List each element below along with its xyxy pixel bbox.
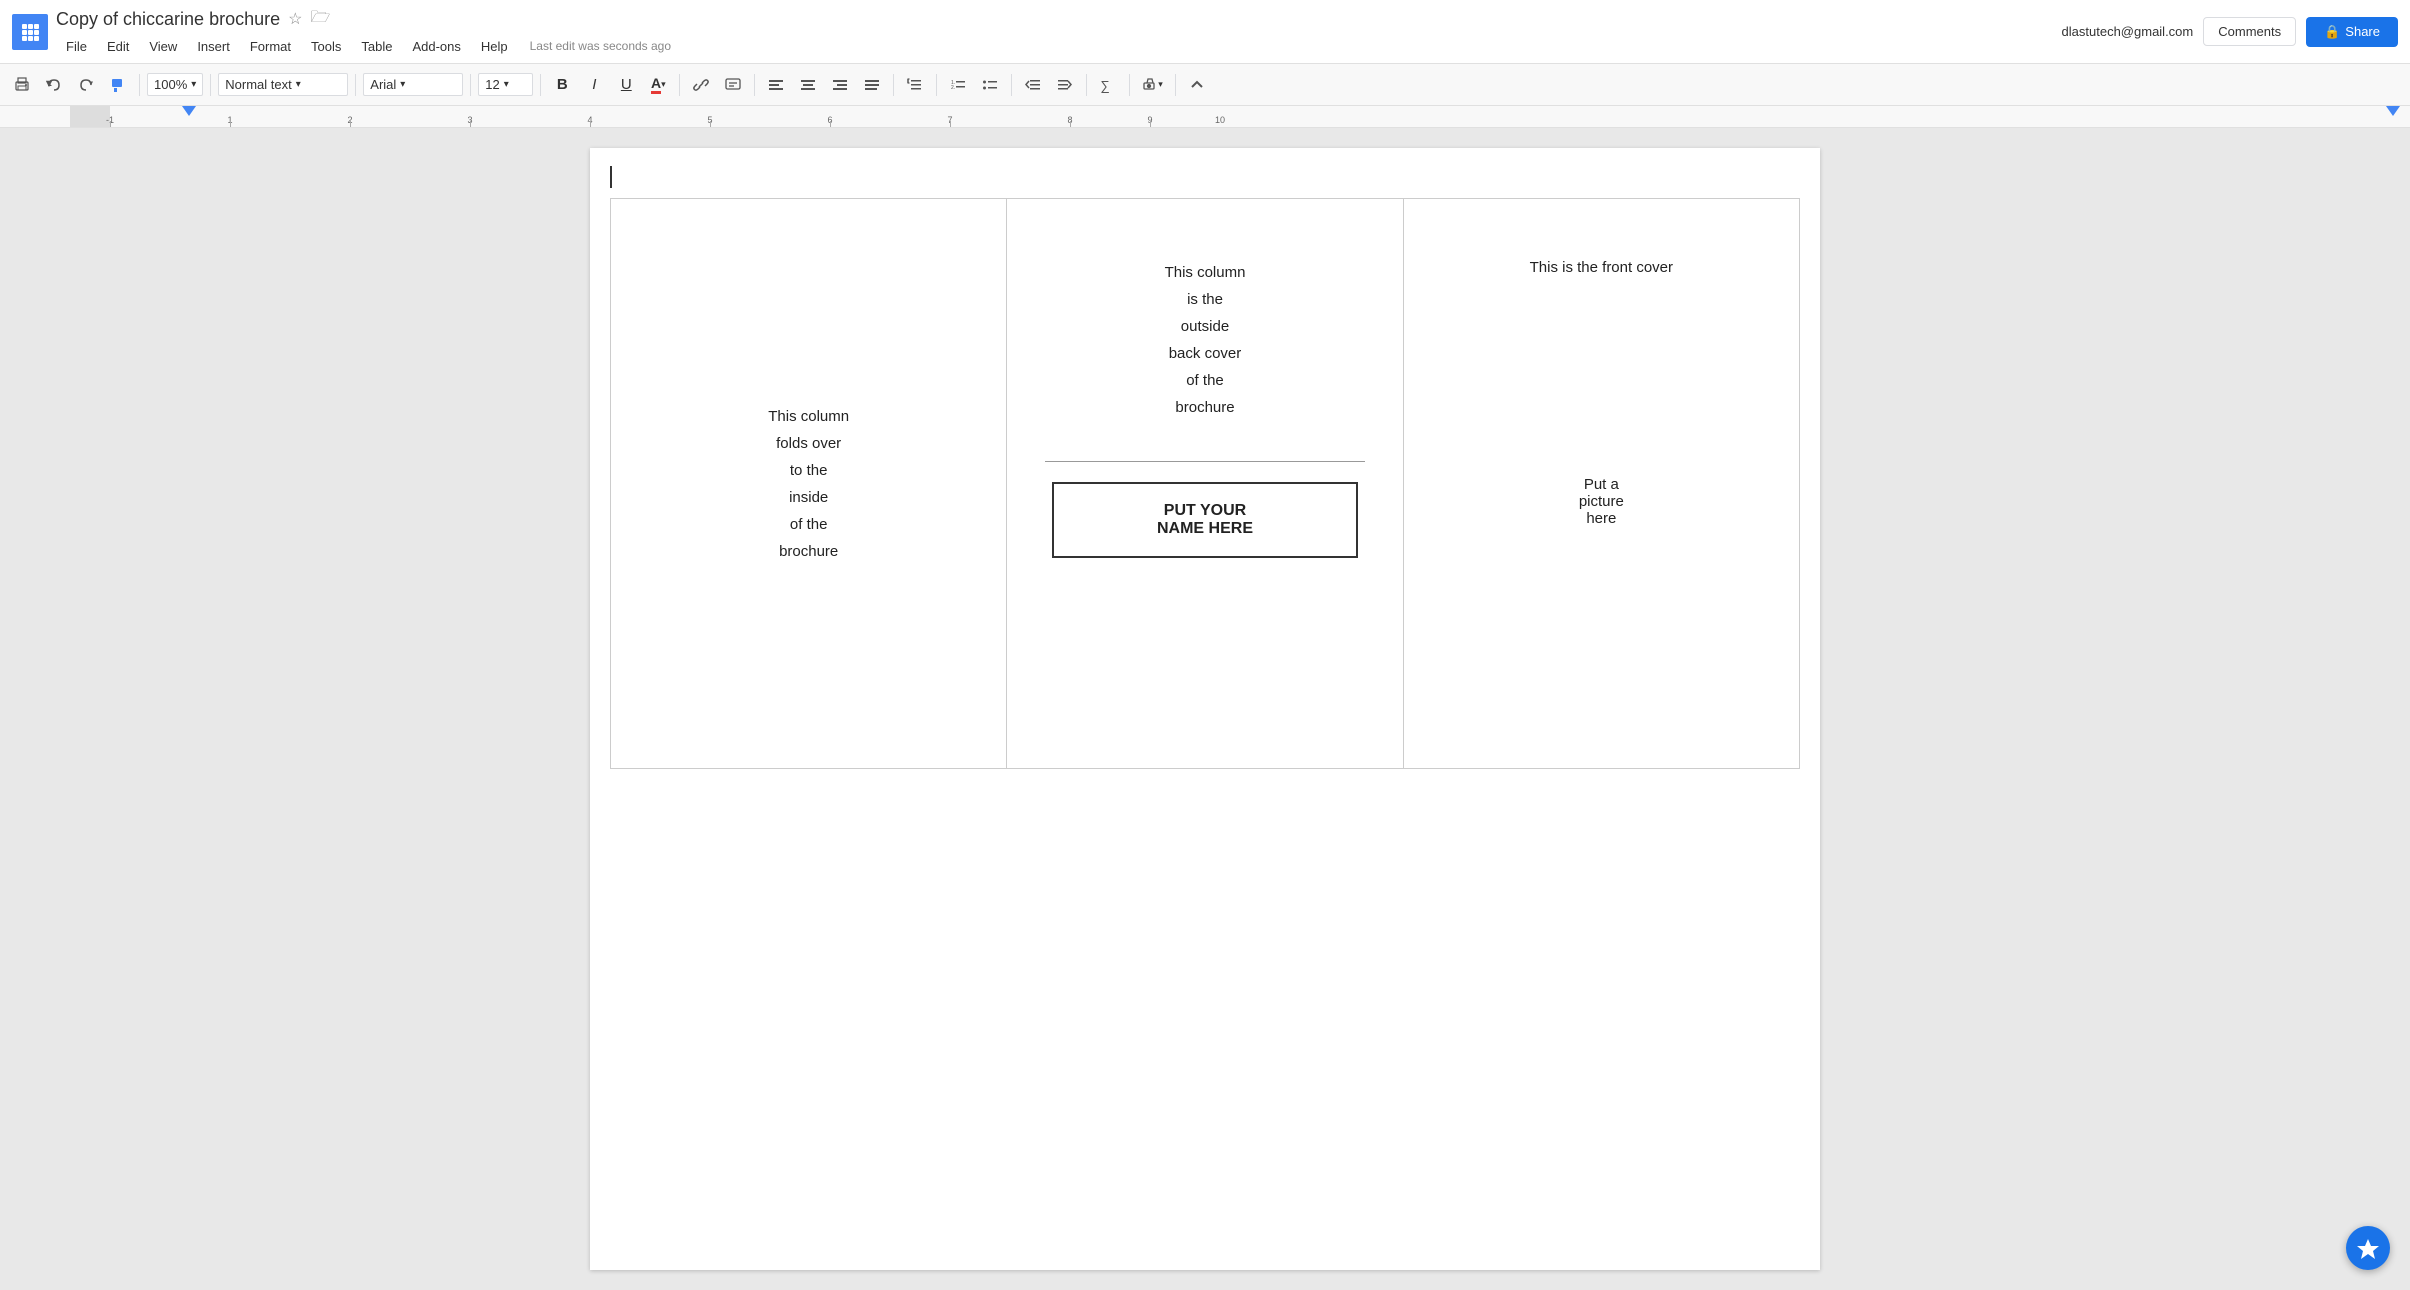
user-email[interactable]: dlastutech@gmail.com	[2062, 24, 2194, 39]
col2-divider	[1045, 461, 1365, 462]
undo-button[interactable]	[40, 73, 68, 97]
lock-icon: 🔒	[2324, 24, 2340, 40]
name-box-line1: PUT YOUR	[1164, 502, 1246, 519]
menu-row: File Edit View Insert Format Tools Table…	[56, 35, 2054, 58]
link-button[interactable]	[687, 73, 715, 97]
google-apps-icon[interactable]	[12, 14, 48, 50]
menu-table[interactable]: Table	[351, 35, 402, 58]
menu-file[interactable]: File	[56, 35, 97, 58]
toolbar-separator-10	[1011, 74, 1012, 96]
align-left-button[interactable]	[762, 73, 790, 97]
toolbar-separator-12	[1129, 74, 1130, 96]
comments-button[interactable]: Comments	[2203, 17, 2296, 46]
align-right-button[interactable]	[826, 73, 854, 97]
brochure-col1[interactable]: This columnfolds overto theinsideof theb…	[611, 199, 1007, 769]
main-area: This columnfolds overto theinsideof theb…	[0, 128, 2410, 1290]
menu-addons[interactable]: Add-ons	[402, 35, 470, 58]
scroll-area[interactable]: This columnfolds overto theinsideof theb…	[0, 128, 2410, 1290]
ai-button[interactable]	[2346, 1226, 2390, 1270]
toolbar-separator-5	[540, 74, 541, 96]
doc-folder-icon[interactable]: 🗁	[310, 6, 330, 33]
print-button[interactable]	[8, 73, 36, 97]
comment-button[interactable]	[719, 73, 747, 97]
font-size-select[interactable]: 12 ▾	[478, 73, 533, 96]
toolbar-separator-8	[893, 74, 894, 96]
name-box[interactable]: PUT YOUR NAME HERE	[1052, 482, 1358, 558]
doc-title[interactable]: Copy of chiccarine brochure	[56, 9, 280, 30]
col3-picture-text: Put apicturehere	[1579, 476, 1624, 527]
align-center-button[interactable]	[794, 73, 822, 97]
bullet-list-button[interactable]	[976, 73, 1004, 97]
toolbar-separator-13	[1175, 74, 1176, 96]
toolbar-separator-11	[1086, 74, 1087, 96]
redo-button[interactable]	[72, 73, 100, 97]
pen-button[interactable]: ▾	[1137, 73, 1168, 97]
paint-format-button[interactable]	[104, 73, 132, 97]
menu-insert[interactable]: Insert	[187, 35, 240, 58]
toolbar-separator-2	[210, 74, 211, 96]
top-right-actions: dlastutech@gmail.com Comments 🔒 Share	[2062, 17, 2398, 47]
italic-button[interactable]: I	[580, 72, 608, 97]
col2-main-text: This columnis theoutsideback coverof the…	[1165, 259, 1246, 421]
indent-less-button[interactable]	[1019, 73, 1047, 97]
text-cursor	[610, 166, 612, 188]
menu-edit[interactable]: Edit	[97, 35, 139, 58]
underline-button[interactable]: U	[612, 72, 640, 97]
doc-title-area: Copy of chiccarine brochure ☆ 🗁 File Edi…	[56, 6, 2054, 58]
toolbar-separator-3	[355, 74, 356, 96]
menu-help[interactable]: Help	[471, 35, 518, 58]
font-select[interactable]: Arial ▾	[363, 73, 463, 96]
toolbar-separator-7	[754, 74, 755, 96]
zoom-select[interactable]: 100% ▾	[147, 73, 203, 96]
bold-button[interactable]: B	[548, 72, 576, 97]
menu-format[interactable]: Format	[240, 35, 301, 58]
line-spacing-button[interactable]	[901, 73, 929, 97]
ruler-mark: 10	[1215, 115, 1225, 125]
col3-title: This is the front cover	[1530, 259, 1673, 276]
align-justify-button[interactable]	[858, 73, 886, 97]
ruler: L -1 1 2 3 4 5 6 7 8 9 10	[0, 106, 2410, 128]
svg-text:∑: ∑	[1100, 78, 1109, 93]
brochure-table: This columnfolds overto theinsideof theb…	[610, 198, 1800, 769]
toolbar-separator-9	[936, 74, 937, 96]
toolbar-separator-4	[470, 74, 471, 96]
paragraph-style-select[interactable]: Normal text ▾	[218, 73, 348, 96]
last-edit: Last edit was seconds ago	[530, 39, 671, 53]
col1-text: This columnfolds overto theinsideof theb…	[631, 403, 986, 565]
name-box-line2: NAME HERE	[1157, 520, 1253, 537]
document-page: This columnfolds overto theinsideof theb…	[590, 148, 1820, 1270]
brochure-col2[interactable]: This columnis theoutsideback coverof the…	[1007, 199, 1403, 769]
col2-content: This columnis theoutsideback coverof the…	[1027, 219, 1382, 748]
text-color-button[interactable]: A ▾	[644, 71, 672, 98]
toolbar-collapse-button[interactable]	[1183, 74, 1211, 96]
brochure-col3[interactable]: This is the front cover Put apicturehere	[1403, 199, 1799, 769]
toolbar-separator-1	[139, 74, 140, 96]
menu-tools[interactable]: Tools	[301, 35, 351, 58]
toolbar-separator-6	[679, 74, 680, 96]
indent-more-button[interactable]	[1051, 73, 1079, 97]
svg-text:2.: 2.	[951, 85, 955, 91]
top-bar: Copy of chiccarine brochure ☆ 🗁 File Edi…	[0, 0, 2410, 64]
share-button[interactable]: 🔒 Share	[2306, 17, 2398, 47]
menu-view[interactable]: View	[139, 35, 187, 58]
formula-button[interactable]: ∑	[1094, 72, 1122, 98]
col3-content: This is the front cover Put apicturehere	[1424, 219, 1779, 748]
doc-star-icon[interactable]: ☆	[288, 9, 302, 29]
numbered-list-button[interactable]: 1.2.	[944, 73, 972, 97]
toolbar: 100% ▾ Normal text ▾ Arial ▾ 12 ▾ B I U …	[0, 64, 2410, 106]
